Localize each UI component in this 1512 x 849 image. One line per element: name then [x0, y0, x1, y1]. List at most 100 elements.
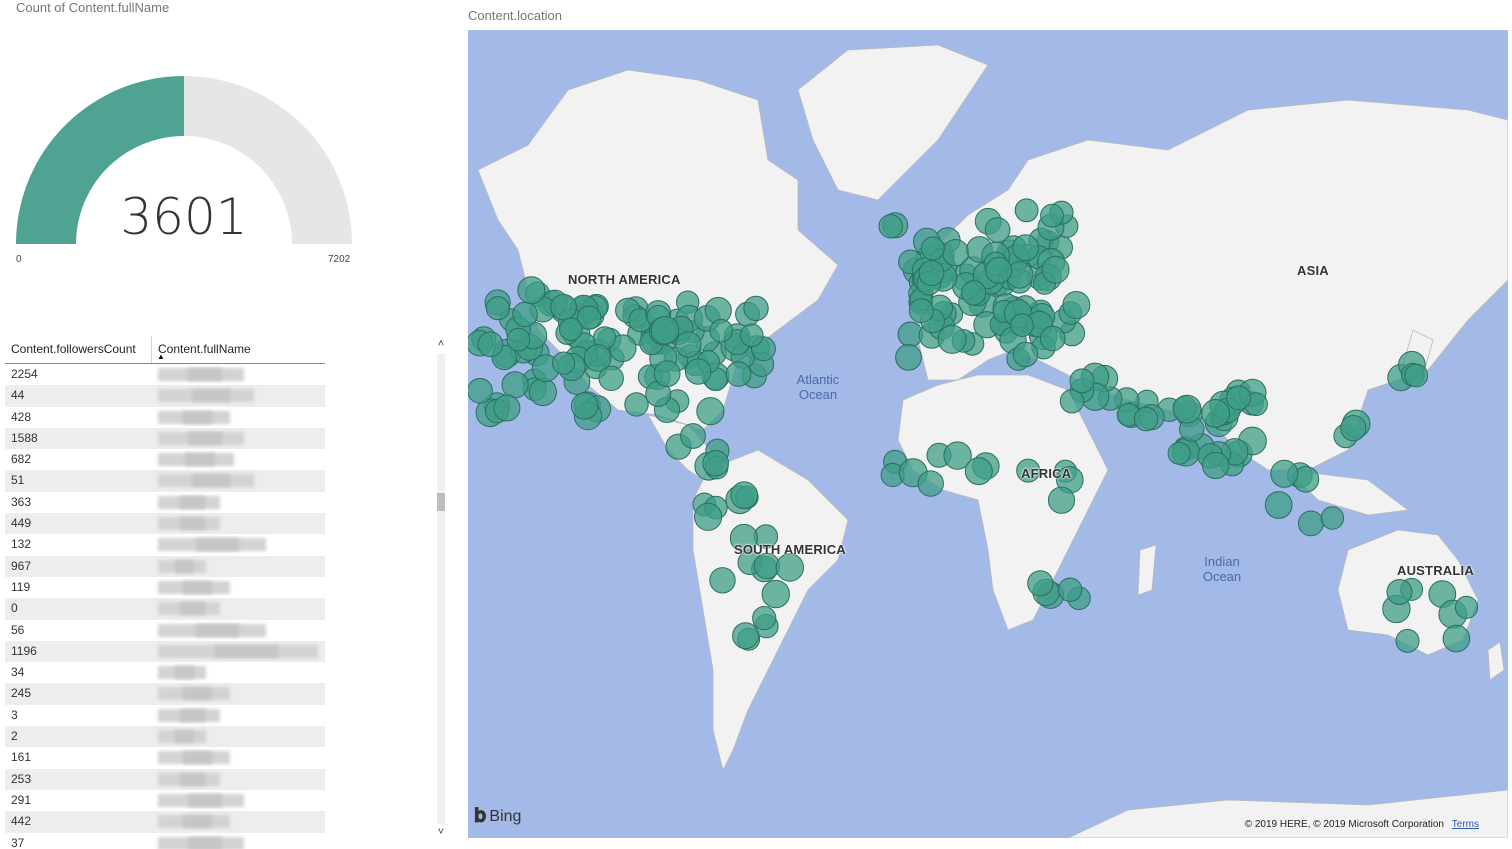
location-bubble[interactable]	[485, 296, 510, 321]
location-bubble[interactable]	[1069, 368, 1095, 394]
location-bubble[interactable]	[1047, 486, 1076, 514]
location-bubble[interactable]	[878, 214, 903, 239]
gauge-chart[interactable]: 3601	[0, 20, 370, 270]
location-bubble[interactable]	[1264, 491, 1293, 519]
location-bubble[interactable]	[895, 344, 922, 371]
location-bubble[interactable]	[506, 327, 531, 352]
table-row[interactable]: 1196	[5, 640, 325, 663]
scroll-up-icon[interactable]: ˄	[434, 338, 448, 350]
table-row[interactable]: 1588	[5, 427, 325, 450]
location-bubble[interactable]	[918, 260, 945, 287]
location-bubble[interactable]	[1298, 510, 1324, 537]
location-bubble[interactable]	[550, 293, 577, 321]
location-bubble[interactable]	[1386, 579, 1413, 605]
location-bubble[interactable]	[1062, 291, 1091, 319]
location-bubble[interactable]	[1167, 441, 1191, 465]
bing-logo[interactable]: 𝐛 Bing	[474, 805, 521, 828]
location-bubble[interactable]	[1395, 628, 1420, 653]
table-row[interactable]: 442	[5, 811, 325, 833]
location-bubble[interactable]	[1133, 406, 1159, 432]
column-header-followers[interactable]: Content.followersCount	[5, 336, 152, 363]
location-bubble[interactable]	[1454, 595, 1479, 619]
location-bubble[interactable]	[1027, 570, 1054, 597]
bubble-map[interactable]: NORTH AMERICA SOUTH AMERICA AFRICA ASIA …	[468, 30, 1508, 838]
location-bubble[interactable]	[917, 470, 944, 497]
location-bubble[interactable]	[684, 358, 712, 385]
location-bubble[interactable]	[964, 457, 993, 486]
location-bubble[interactable]	[1201, 451, 1230, 480]
table-row[interactable]: 34	[5, 662, 325, 683]
map-canvas[interactable]	[468, 30, 1508, 838]
location-bubble[interactable]	[570, 392, 599, 420]
location-bubble[interactable]	[653, 360, 681, 388]
location-bubble[interactable]	[920, 236, 945, 261]
table-row[interactable]: 132	[5, 534, 325, 555]
location-bubble[interactable]	[761, 579, 790, 609]
table-row[interactable]: 253	[5, 768, 325, 790]
table-row[interactable]: 37	[5, 833, 325, 849]
table-scrollbar[interactable]: ˄ ˅	[434, 338, 448, 838]
location-bubble[interactable]	[709, 567, 736, 594]
location-bubble[interactable]	[1039, 325, 1066, 352]
location-bubble[interactable]	[1041, 255, 1070, 284]
table-row[interactable]: 245	[5, 683, 325, 705]
location-bubble[interactable]	[730, 481, 759, 510]
table-row[interactable]: 3	[5, 705, 325, 726]
table-row[interactable]: 56	[5, 620, 325, 641]
location-bubble[interactable]	[1172, 394, 1202, 424]
location-bubble[interactable]	[650, 315, 680, 345]
location-bubble[interactable]	[675, 331, 702, 358]
scroll-thumb[interactable]	[437, 493, 445, 511]
column-header-fullname[interactable]: Content.fullName ▲	[152, 336, 325, 363]
location-bubble[interactable]	[528, 377, 558, 407]
table-row[interactable]: 2	[5, 726, 325, 748]
location-bubble[interactable]	[680, 423, 706, 449]
location-bubble[interactable]	[694, 502, 723, 531]
table-row[interactable]: 2254	[5, 364, 325, 385]
scroll-track[interactable]	[437, 354, 445, 824]
table-row[interactable]: 0	[5, 598, 325, 620]
location-bubble[interactable]	[709, 318, 733, 343]
location-bubble[interactable]	[493, 394, 521, 422]
location-bubble[interactable]	[517, 276, 546, 305]
location-bubble[interactable]	[1320, 506, 1345, 530]
location-bubble[interactable]	[1014, 198, 1039, 223]
table-row[interactable]: 967	[5, 555, 325, 577]
location-bubble[interactable]	[501, 371, 529, 399]
table-row[interactable]: 428	[5, 407, 325, 428]
location-bubble[interactable]	[702, 449, 729, 477]
location-bubble[interactable]	[559, 317, 583, 342]
table-row[interactable]: 161	[5, 747, 325, 768]
location-bubble[interactable]	[1057, 577, 1083, 602]
location-bubble[interactable]	[552, 351, 576, 375]
location-bubble[interactable]	[732, 622, 760, 650]
table-row[interactable]: 449	[5, 513, 325, 535]
table-row[interactable]: 119	[5, 577, 325, 598]
location-bubble[interactable]	[1404, 363, 1429, 388]
table-row[interactable]: 51	[5, 470, 325, 492]
location-bubble[interactable]	[1340, 415, 1367, 442]
location-bubble[interactable]	[1442, 624, 1471, 653]
location-bubble[interactable]	[985, 256, 1013, 284]
location-bubble[interactable]	[961, 280, 987, 306]
table-row[interactable]: 291	[5, 790, 325, 811]
location-bubble[interactable]	[937, 324, 967, 354]
location-bubble[interactable]	[624, 392, 649, 417]
location-bubble[interactable]	[583, 344, 612, 372]
location-bubble[interactable]	[1012, 341, 1039, 368]
location-bubble[interactable]	[739, 323, 764, 348]
map-terms-link[interactable]: Terms	[1452, 819, 1479, 830]
location-bubble[interactable]	[1010, 313, 1034, 337]
location-bubble[interactable]	[1201, 399, 1230, 428]
location-bubble[interactable]	[1226, 385, 1251, 411]
data-table[interactable]: Content.followersCount Content.fullName …	[5, 336, 325, 849]
location-bubble[interactable]	[696, 397, 725, 426]
location-bubble[interactable]	[752, 606, 777, 631]
location-bubble[interactable]	[743, 295, 769, 322]
location-bubble[interactable]	[775, 553, 804, 582]
location-bubble[interactable]	[984, 217, 1011, 243]
table-row[interactable]: 363	[5, 492, 325, 513]
location-bubble[interactable]	[1270, 459, 1299, 488]
location-bubble[interactable]	[512, 301, 538, 328]
location-bubble[interactable]	[1040, 203, 1064, 228]
